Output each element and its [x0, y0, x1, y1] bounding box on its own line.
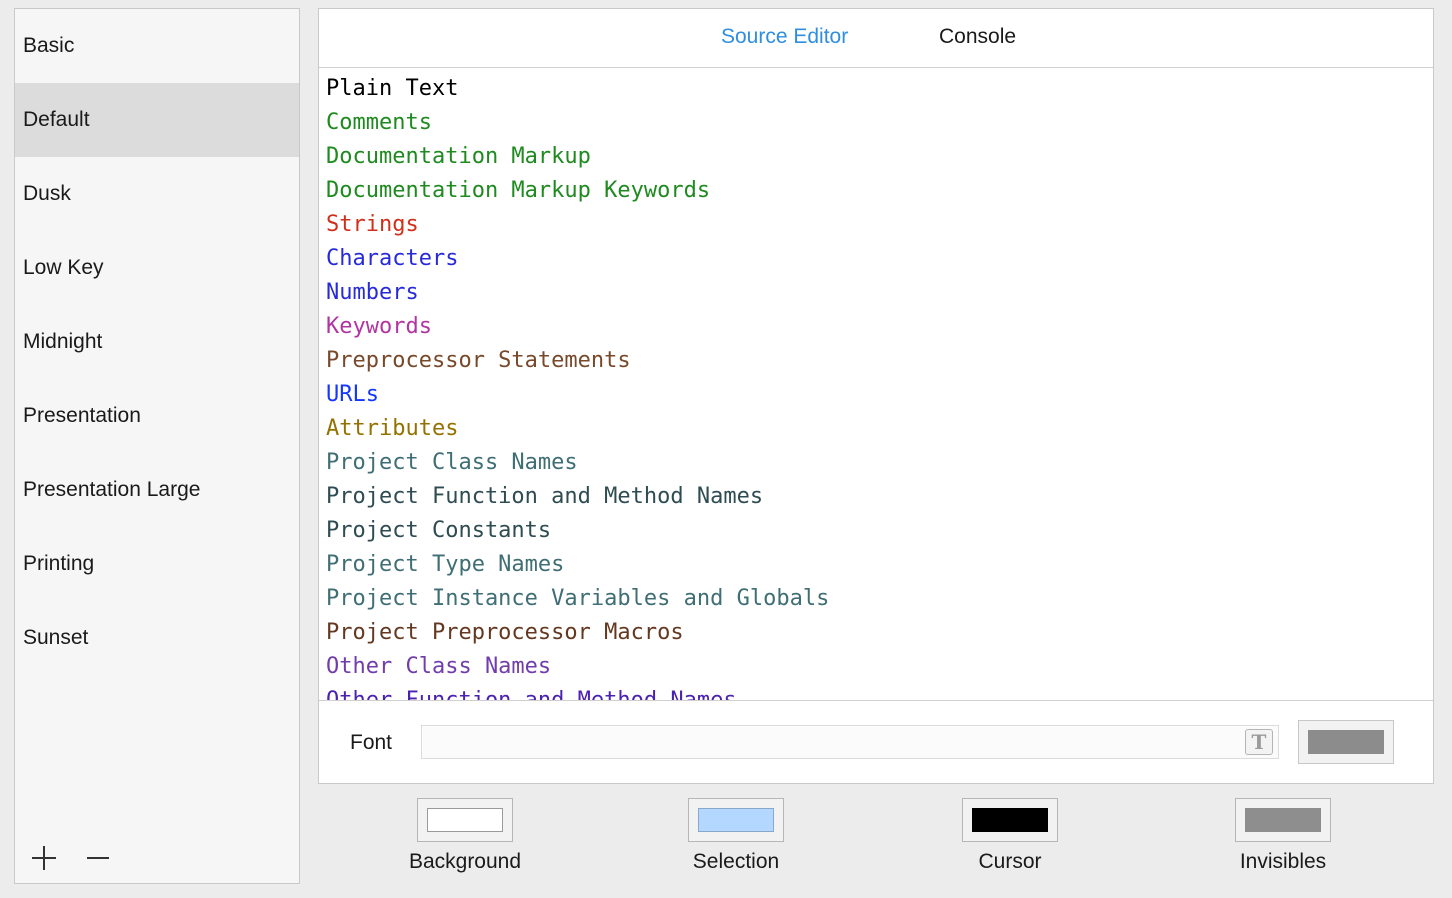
invisibles-swatch	[1245, 808, 1321, 832]
background-label: Background	[408, 850, 522, 873]
syntax-category-item[interactable]: Documentation Markup	[326, 140, 1433, 174]
syntax-category-item[interactable]: Other Function and Method Names	[326, 684, 1433, 700]
invisibles-well-group: Invisibles	[1203, 798, 1363, 874]
syntax-category-item[interactable]: Numbers	[326, 276, 1433, 310]
syntax-category-item[interactable]: Characters	[326, 242, 1433, 276]
theme-item[interactable]: Midnight	[15, 305, 299, 379]
syntax-category-item[interactable]: Comments	[326, 106, 1433, 140]
theme-item[interactable]: Presentation	[15, 379, 299, 453]
tab-console[interactable]: Console	[939, 25, 1016, 49]
cursor-swatch	[972, 808, 1048, 832]
tab-source-editor[interactable]: Source Editor	[721, 25, 848, 49]
theme-item[interactable]: Basic	[15, 9, 299, 83]
theme-item[interactable]: Sunset	[15, 601, 299, 675]
syntax-category-item[interactable]: Keywords	[326, 310, 1433, 344]
theme-list-actions	[31, 845, 111, 871]
font-label: Font	[350, 731, 393, 754]
background-swatch	[427, 808, 503, 832]
theme-item[interactable]: Presentation Large	[15, 453, 299, 527]
background-color-well[interactable]	[417, 798, 513, 842]
syntax-category-item[interactable]: URLs	[326, 378, 1433, 412]
theme-list-panel: Basic Default Dusk Low Key Midnight Presentat…	[14, 8, 300, 884]
syntax-list: Plain Text Comments Documentation Markup Do…	[319, 68, 1433, 700]
syntax-category-item[interactable]: Strings	[326, 208, 1433, 242]
syntax-category-item[interactable]: Project Constants	[326, 514, 1433, 548]
cursor-color-well[interactable]	[962, 798, 1058, 842]
font-color-well[interactable]	[1298, 720, 1394, 764]
editor-panel: Source Editor Console Plain Text Comments…	[318, 8, 1434, 784]
background-well-group: Background	[385, 798, 545, 874]
syntax-category-item[interactable]: Plain Text	[326, 72, 1433, 106]
tab-bar: Source Editor Console	[319, 9, 1433, 68]
font-field[interactable]: T	[421, 725, 1279, 759]
cursor-well-group: Cursor	[930, 798, 1090, 874]
theme-item[interactable]: Default	[15, 83, 299, 157]
theme-item[interactable]: Printing	[15, 527, 299, 601]
selection-well-group: Selection	[656, 798, 816, 874]
theme-item[interactable]: Low Key	[15, 231, 299, 305]
theme-item[interactable]: Dusk	[15, 157, 299, 231]
syntax-category-item[interactable]: Project Type Names	[326, 548, 1433, 582]
theme-list: Basic Default Dusk Low Key Midnight Presentat…	[15, 9, 299, 675]
selection-color-well[interactable]	[688, 798, 784, 842]
syntax-category-item[interactable]: Project Preprocessor Macros	[326, 616, 1433, 650]
syntax-category-item[interactable]: Documentation Markup Keywords	[326, 174, 1433, 208]
syntax-category-item[interactable]: Project Class Names	[326, 446, 1433, 480]
syntax-category-item[interactable]: Preprocessor Statements	[326, 344, 1433, 378]
selection-label: Selection	[692, 850, 780, 873]
syntax-category-list[interactable]: Plain Text Comments Documentation Markup Do…	[319, 68, 1433, 701]
remove-theme-button[interactable]	[85, 845, 111, 871]
syntax-category-item[interactable]: Other Class Names	[326, 650, 1433, 684]
syntax-category-item[interactable]: Attributes	[326, 412, 1433, 446]
invisibles-label: Invisibles	[1239, 850, 1327, 873]
font-color-swatch	[1308, 730, 1384, 754]
font-row: Font T	[319, 701, 1433, 783]
cursor-label: Cursor	[978, 850, 1042, 873]
syntax-category-item[interactable]: Project Function and Method Names	[326, 480, 1433, 514]
invisibles-color-well[interactable]	[1235, 798, 1331, 842]
font-picker-icon[interactable]: T	[1245, 729, 1273, 755]
selection-swatch	[698, 808, 774, 832]
add-theme-button[interactable]	[31, 845, 57, 871]
syntax-category-item[interactable]: Project Instance Variables and Globals	[326, 582, 1433, 616]
